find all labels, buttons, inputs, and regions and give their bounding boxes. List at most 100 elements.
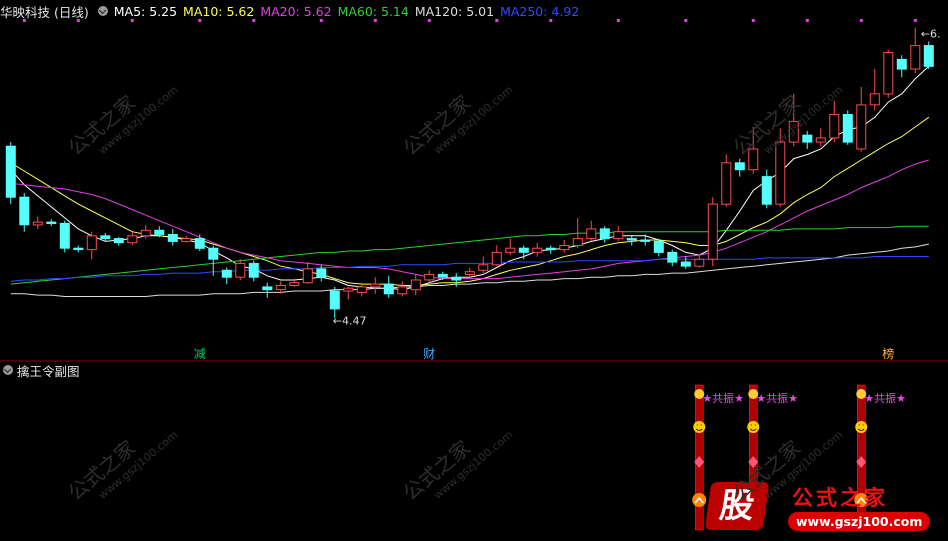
event-markers: 减财榜 [194, 346, 895, 361]
smiley-icon [747, 421, 760, 433]
candle-body [167, 234, 178, 242]
chart-header: 华映科技 (日线) MA5: 5.25 MA10: 5.62 MA20: 5.6… [0, 2, 585, 20]
candle-body [923, 45, 934, 67]
ma10-value: MA10: 5.62 [183, 3, 255, 19]
smiley-icon [693, 421, 706, 433]
ma20-value: MA20: 5.62 [260, 3, 332, 19]
candle-body [343, 287, 354, 292]
candle-body [181, 238, 192, 242]
candle-body [545, 247, 556, 251]
candle-body [100, 235, 111, 240]
top-marker [684, 19, 688, 22]
low-price-label: ←4.47 [333, 315, 367, 328]
ma5-value: MA5: 5.25 [113, 3, 178, 19]
dropdown-icon[interactable] [97, 6, 108, 16]
logo-url: www.gszj100.com [788, 512, 931, 531]
candle-body [235, 262, 246, 278]
candle-body [559, 245, 570, 251]
top-marker [913, 19, 917, 22]
chart-stage: 减 财 榜 ←4.47 ←6. ★共振★ ★共振★ ★共振★ 华映科技 (日线) MA5:… [0, 0, 948, 537]
candle-body [464, 271, 475, 276]
ma120-value: MA120: 5.01 [414, 3, 495, 19]
candle-body [410, 279, 421, 291]
candle-body [208, 247, 219, 260]
candle-body [883, 52, 894, 95]
candle-body [869, 93, 880, 106]
candle-body [140, 229, 151, 237]
candle-body [289, 282, 300, 287]
candle-body [46, 221, 57, 225]
candle-body [613, 231, 624, 240]
ma60-value: MA60: 5.14 [337, 3, 409, 19]
candle-body [424, 273, 435, 281]
sub-panel-title[interactable]: 擒王令副图 [17, 361, 80, 380]
candle-body [302, 268, 313, 284]
candle-body [248, 262, 259, 278]
candle-body [73, 247, 84, 251]
smiley-icon [855, 421, 868, 433]
candle-body [194, 238, 205, 249]
candle-body [397, 286, 408, 295]
candle-body [262, 286, 273, 291]
price-annotations: ←4.47 ←6. [333, 28, 941, 328]
candle-body [626, 238, 637, 241]
candle-body [19, 196, 30, 226]
candle-body [680, 261, 691, 267]
candle-body [478, 264, 489, 271]
top-marker [751, 19, 755, 22]
candle-body [437, 273, 448, 278]
candle-body [532, 247, 543, 253]
candle-body [572, 238, 583, 247]
candle-body [721, 162, 732, 205]
candle-body [599, 228, 610, 240]
candle-body [667, 251, 678, 263]
candle-body [275, 285, 286, 291]
top-marker [805, 19, 809, 22]
candle-body [640, 239, 651, 242]
candle-body [451, 276, 462, 281]
resonance-label: ★共振★ [864, 391, 906, 405]
candle-body [842, 114, 853, 143]
high-price-label: ←6. [921, 28, 941, 41]
candle-body [761, 176, 772, 205]
candle-body [329, 290, 340, 310]
candle-body [815, 137, 826, 143]
ma250-value: MA250: 4.92 [500, 3, 580, 19]
logo-name: 公式之家 [792, 485, 888, 510]
candle-body [370, 283, 381, 288]
candle-body [802, 134, 813, 143]
ma20-line [10, 159, 929, 280]
candle-body [154, 229, 165, 235]
stock-title[interactable]: 华映科技 (日线) [0, 2, 89, 21]
candle-body [5, 145, 16, 198]
candle-body [653, 240, 664, 253]
candle-body [505, 247, 516, 253]
candle-body [896, 58, 907, 70]
candle-body [316, 268, 327, 278]
candle-body [32, 221, 43, 226]
candle-body [113, 238, 124, 244]
resonance-label: ★共振★ [756, 391, 798, 405]
candle-body [775, 141, 786, 205]
candle-body [491, 251, 502, 266]
candle-body [59, 222, 70, 249]
candle-body [86, 235, 97, 251]
candle-body [356, 286, 367, 293]
sub-panel-header: 擒王令副图 [0, 361, 80, 380]
candle-body [383, 283, 394, 295]
event-marker: 榜 [882, 346, 894, 361]
event-marker: 减 [194, 347, 206, 361]
candle-body [694, 258, 705, 267]
candle-body [910, 45, 921, 70]
candle-body [127, 235, 138, 244]
candle-body [856, 104, 867, 150]
candle-body [734, 162, 745, 171]
candle-body [518, 247, 529, 253]
dropdown-icon[interactable] [3, 365, 13, 375]
candle-body [221, 269, 232, 278]
top-marker [859, 19, 863, 22]
resonance-label: ★共振★ [702, 391, 744, 405]
top-marker [616, 19, 620, 22]
candle-body [586, 228, 597, 240]
candle-body [707, 203, 718, 260]
